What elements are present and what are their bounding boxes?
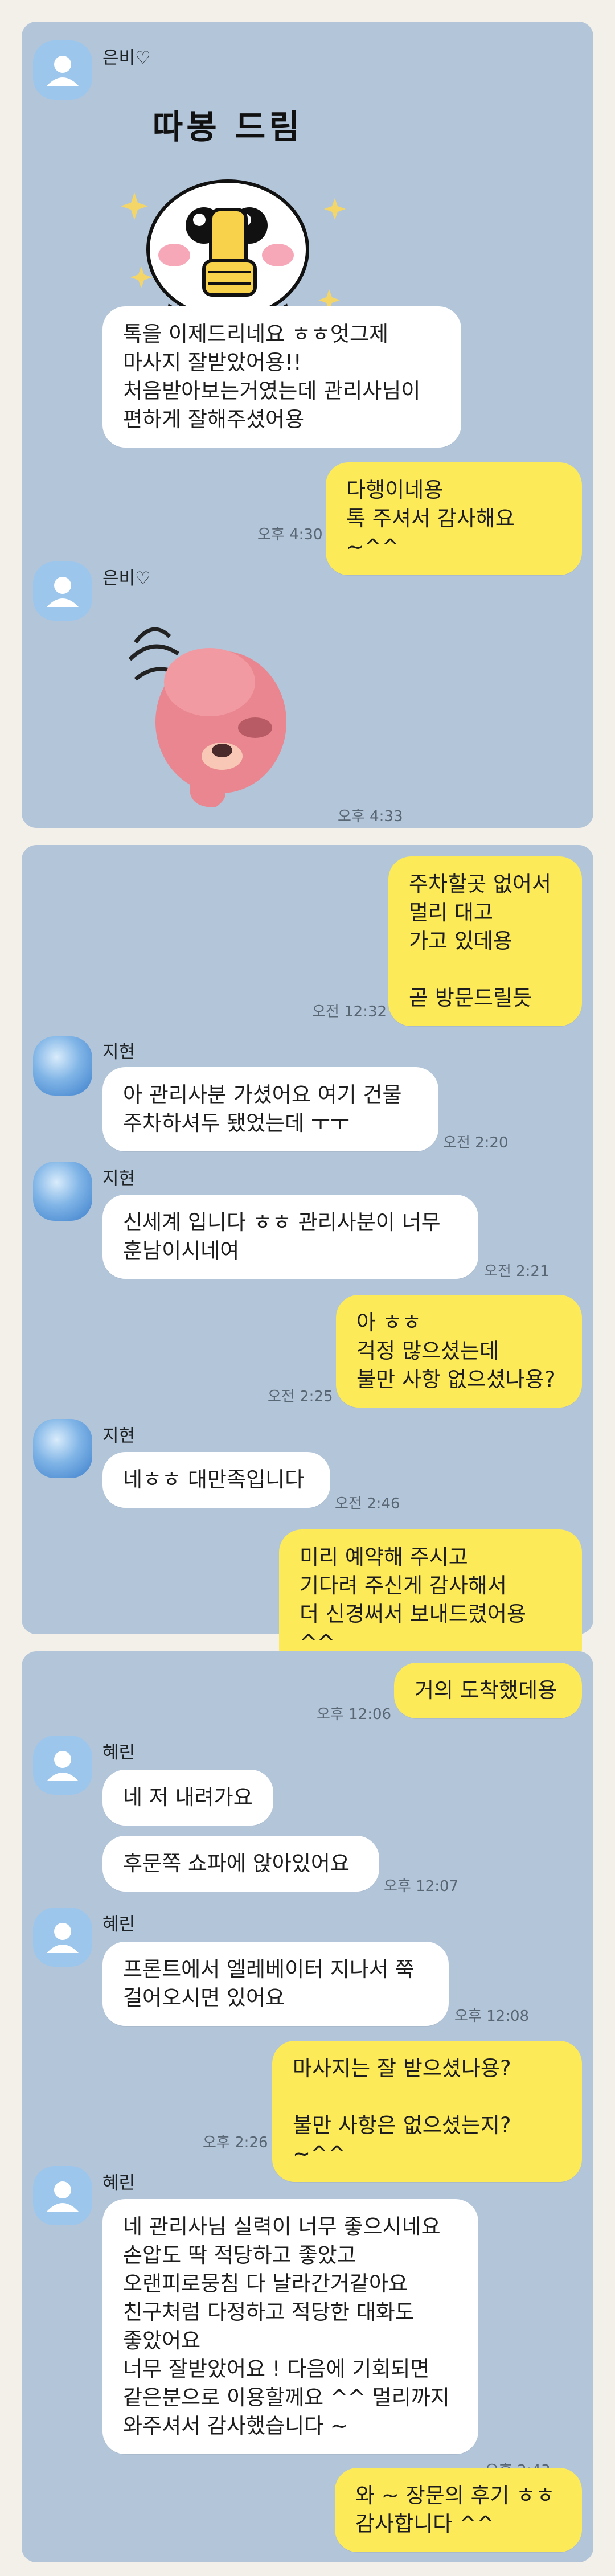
sender-name: 은비♡ — [102, 48, 151, 68]
timestamp: 오후 4:33 — [338, 808, 403, 825]
avatar[interactable] — [33, 40, 92, 100]
timestamp: 오후 2:26 — [203, 2134, 268, 2151]
avatar[interactable] — [33, 561, 92, 621]
sender-name: 혜린 — [102, 2173, 136, 2193]
outgoing-message[interactable]: 아 ㅎㅎ 걱정 많으셨는데 불만 사항 없으셨나용? — [336, 1295, 582, 1408]
sender-name: 지현 — [102, 1168, 136, 1189]
sender-name: 지현 — [102, 1426, 136, 1446]
sender-name: 혜린 — [102, 1914, 136, 1935]
incoming-message[interactable]: 아 관리사분 가셨어요 여기 건물 주차하셔두 됐었는데 ㅜㅜ — [102, 1067, 438, 1151]
outgoing-message[interactable]: 미리 예약해 주시고 기다려 주신게 감사해서 더 신경써서 보내드렸어용 ^^ — [279, 1529, 582, 1671]
incoming-message[interactable]: 톡을 이제드리네요 ㅎㅎ엇그제 마사지 잘받았어용!! 처음받아보는거였는데 관… — [102, 306, 461, 448]
person-silhouette-icon — [47, 56, 79, 86]
outgoing-message[interactable]: 다행이네용 톡 주셔서 감사해요 ~^^ — [326, 462, 582, 575]
incoming-message[interactable]: 프론트에서 엘레베이터 지나서 쭉 걸어오시면 있어요 — [102, 1942, 449, 2026]
person-silhouette-icon — [47, 2181, 79, 2212]
timestamp: 오전 2:46 — [335, 1495, 400, 1512]
timestamp: 오전 2:21 — [484, 1263, 550, 1280]
avatar[interactable] — [33, 1736, 92, 1795]
timestamp: 오전 12:32 — [312, 1003, 387, 1020]
timestamp: 오후 12:07 — [384, 1878, 459, 1895]
avatar[interactable] — [33, 1162, 92, 1221]
chat-screenshot-2: 주차할곳 없어서 멀리 대고 가고 있데용 곧 방문드릴듯 오전 12:32 지… — [22, 845, 593, 1671]
outgoing-message[interactable]: 와 ~ 장문의 후기 ㅎㅎ 감사합니다 ^^ — [335, 2468, 582, 2552]
outgoing-message[interactable]: 마사지는 잘 받으셨나용? 불만 사항은 없으셨는지? ~^^ — [272, 2041, 582, 2182]
timestamp: 오전 2:20 — [443, 1134, 509, 1151]
sticker-art — [121, 179, 346, 323]
chat-screenshot-3: 거의 도착했데용 오후 12:06 혜린 네 저 내려가요 후문쪽 쇼파에 앉아… — [22, 1651, 593, 2562]
timestamp: 오후 12:08 — [454, 2008, 530, 2025]
sender-name: 지현 — [102, 1042, 136, 1063]
person-silhouette-icon — [47, 1923, 79, 1953]
incoming-message[interactable]: 네 관리사님 실력이 너무 좋으시네요 손압도 딱 적당하고 좋았고 오랜피로뭉… — [102, 2199, 478, 2454]
outgoing-message[interactable]: 주차할곳 없어서 멀리 대고 가고 있데용 곧 방문드릴듯 — [388, 856, 582, 1026]
incoming-message[interactable]: 네ㅎㅎ 대만족입니다 — [102, 1452, 330, 1508]
incoming-message[interactable]: 후문쪽 쇼파에 앉아있어요 — [102, 1836, 379, 1892]
sender-name: 혜린 — [102, 1742, 136, 1763]
timestamp: 오후 12:06 — [317, 1706, 392, 1723]
chat-screenshot-1: 은비♡ 따봉 드림 톡을 이제드리네요 ㅎㅎ엇그제 마사지 잘받았어용!! 처음… — [22, 22, 593, 828]
avatar[interactable] — [33, 1419, 92, 1478]
incoming-message[interactable]: 신세계 입니다 ㅎㅎ 관리사분이 너무 훈남이시네여 — [102, 1195, 478, 1279]
avatar[interactable] — [33, 1036, 92, 1096]
avatar[interactable] — [33, 1908, 92, 1967]
timestamp: 오전 2:25 — [268, 1388, 333, 1405]
timestamp: 오후 4:30 — [257, 526, 323, 543]
avatar[interactable] — [33, 2166, 92, 2225]
incoming-message[interactable]: 네 저 내려가요 — [102, 1770, 273, 1826]
pink-beaver-bowing-sticker[interactable] — [124, 614, 289, 813]
outgoing-message[interactable]: 거의 도착했데용 — [394, 1663, 582, 1718]
person-silhouette-icon — [47, 1751, 79, 1781]
sender-name: 은비♡ — [102, 568, 151, 589]
sticker-art — [128, 627, 286, 807]
thumbs-up-character-sticker[interactable]: 따봉 드림 — [107, 73, 346, 323]
person-silhouette-icon — [47, 577, 79, 607]
